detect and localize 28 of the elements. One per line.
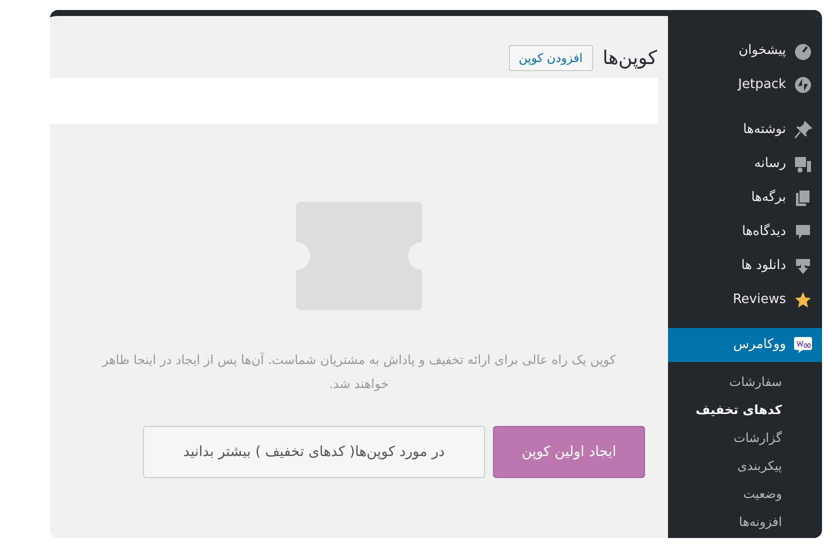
- sidebar-item[interactable]: برگه‌ها: [668, 181, 822, 215]
- submenu-item[interactable]: پیکربندی: [668, 452, 822, 480]
- sidebar-item[interactable]: دانلود ها: [668, 249, 822, 283]
- star-icon: [794, 291, 812, 309]
- submenu-item[interactable]: کدهای تخفیف: [668, 396, 822, 424]
- download-icon: [794, 257, 812, 275]
- submenu-item[interactable]: سفارشات: [668, 368, 822, 396]
- pages-icon: [794, 189, 812, 207]
- jetpack-icon: [794, 76, 812, 94]
- comment-icon: [794, 223, 812, 241]
- submenu-item[interactable]: وضعیت: [668, 480, 822, 508]
- sidebar-item[interactable]: نوشته‌ها: [668, 113, 822, 147]
- empty-state-message: کوپن یک راه عالی برای ارائه تخفیف و پاداش به مشتریان شماست. آن‌ها پس از ایجاد در اینجا ظاهر خواهند شد.: [100, 351, 617, 393]
- sidebar-item[interactable]: ووکامرس: [668, 328, 822, 362]
- pin-icon: [794, 121, 812, 139]
- sidebar-item[interactable]: رسانه: [668, 147, 822, 181]
- add-coupon-button[interactable]: افزودن کوپن: [508, 45, 593, 71]
- sidebar-item[interactable]: دیدگاه‌ها: [668, 215, 822, 249]
- media-icon: [794, 155, 812, 173]
- woo-icon: [794, 336, 812, 354]
- submenu-item[interactable]: گزارشات: [668, 424, 822, 452]
- sidebar-item[interactable]: پیشخوان: [668, 34, 822, 68]
- learn-more-button[interactable]: در مورد کوپن‌ها( کدهای تخفیف ) بیشتر بدانید: [143, 426, 485, 478]
- sidebar-item[interactable]: Jetpack: [668, 68, 822, 102]
- sidebar-item[interactable]: Reviews: [668, 283, 822, 317]
- dashboard-icon: [794, 42, 812, 60]
- page-title: کوپن‌ها: [602, 46, 657, 70]
- submenu-item[interactable]: افزونه‌ها: [668, 508, 822, 536]
